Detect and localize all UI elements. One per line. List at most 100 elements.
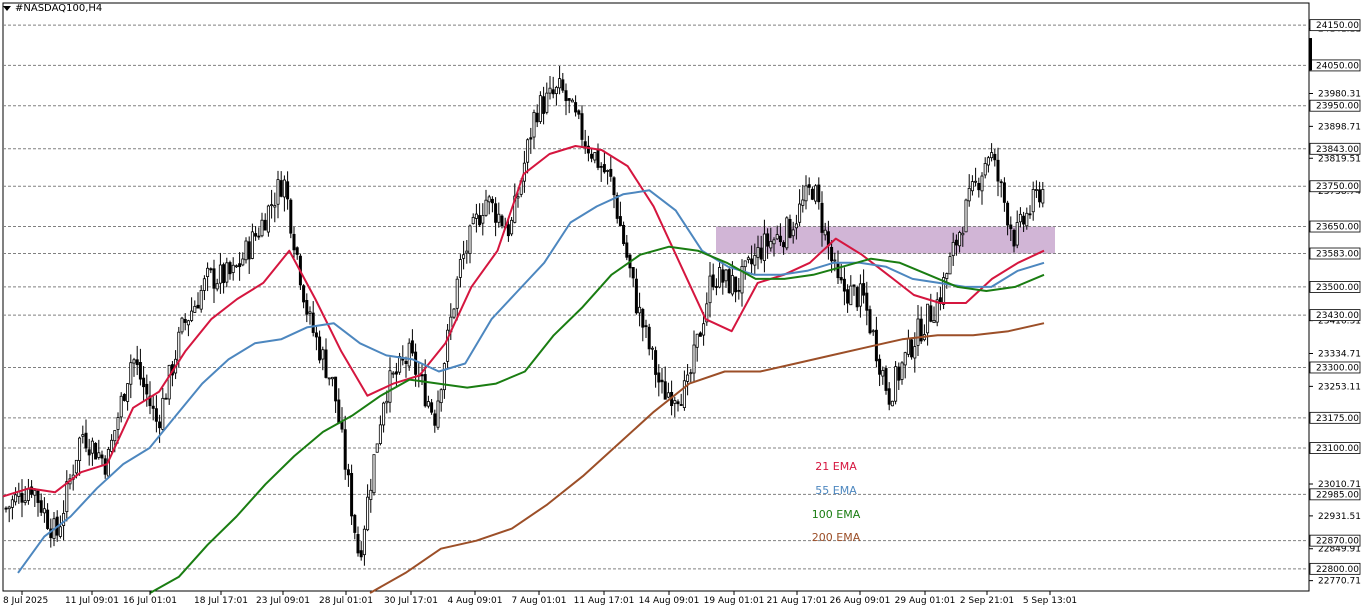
candle-body [110,439,114,452]
candle-body [1041,189,1045,204]
dropdown-triangle-icon[interactable] [3,6,11,11]
level-label: 24050.00 [1316,61,1359,71]
candle-body [954,239,958,246]
candle-body [810,188,814,200]
candle-body [545,92,549,113]
candle-body [839,277,843,281]
candle-body [737,289,741,292]
x-tick-label: 11 Aug 17:01 [574,596,635,606]
level-label: 24150.00 [1316,21,1359,31]
candle-body [689,372,693,375]
candle-body [666,392,670,398]
candle-body [801,199,805,206]
candle-body [273,205,277,208]
candle-body [932,320,936,324]
candle-body [222,264,226,284]
candle-body [836,261,840,279]
candle-body [375,443,379,453]
candle-body [94,442,98,460]
candle-body [442,363,446,391]
candle-body [103,458,107,475]
legend-ema-55: 55 EMA [815,484,857,497]
candle-body [945,273,949,279]
candle-body [305,300,309,315]
candle-body [654,350,658,375]
candle-body [548,87,552,94]
candle-body [580,113,584,140]
x-tick-label: 21 Aug 17:01 [767,596,828,606]
candle-body [644,325,648,328]
candle-body [276,179,280,205]
candle-body [823,229,827,236]
candle-body [4,507,8,510]
candle-body [1006,202,1010,226]
candle-body [90,440,94,454]
candle-body [318,336,322,361]
candle-body [602,164,606,173]
candle-body [634,278,638,314]
level-label: 23843.00 [1316,145,1359,155]
y-tick-label: 23980.31 [1318,89,1361,99]
candle-body [558,78,562,89]
candle-body [362,528,366,556]
candle-body [762,233,766,261]
candle-body [74,459,78,474]
candle-body [1009,224,1013,230]
candle-body [97,452,101,458]
candle-body [158,421,162,429]
candle-body [734,276,738,293]
candle-body [58,526,62,537]
candle-body [455,278,459,309]
candle-body [657,372,661,383]
candle-body [750,258,754,265]
current-price-marker [1309,38,1312,71]
candle-body [202,278,206,291]
candle-body [990,152,994,159]
candle-body [673,400,677,404]
x-tick-label: 30 Jul 17:01 [384,596,438,606]
candle-body [154,408,158,422]
candle-body [622,224,626,245]
candle-body [420,374,424,377]
candle-body [100,454,104,459]
candle-body [692,344,696,374]
candle-body [212,268,216,289]
chart-title-bar[interactable]: #NASDAQ100,H4 [3,3,102,14]
candle-body [257,235,261,238]
candle-body [353,514,357,533]
candle-body [532,112,536,138]
candle-body [394,371,398,375]
candle-body [1025,212,1029,227]
candle-body [7,506,11,510]
candle-body [270,204,274,207]
candle-body [84,432,88,449]
candle-body [62,512,66,526]
candle-body [551,89,555,95]
candle-body [913,346,917,359]
price-chart-svg[interactable]: 21 EMA55 EMA100 EMA200 EMA 24141.1123980… [0,0,1362,611]
candle-body [612,177,616,196]
candle-body [577,110,581,115]
candle-body [618,216,622,226]
candle-body [686,374,690,382]
candle-body [334,376,338,402]
candle-body [1015,222,1019,246]
candle-body [948,256,952,275]
x-tick-label: 14 Aug 09:01 [639,596,700,606]
candle-body [142,377,146,388]
candle-body [126,383,130,402]
candle-body [903,352,907,366]
candle-body [759,247,763,260]
y-tick-label: 23253.11 [1318,382,1361,392]
candle-body [730,275,734,295]
candle-body [807,184,811,188]
candle-body [606,170,610,172]
candle-body [996,159,1000,182]
candle-body [791,229,795,237]
candle-body [430,402,434,413]
candle-body [583,141,587,147]
level-label: 23950.00 [1316,102,1359,112]
candle-body [433,413,437,426]
chart-area[interactable]: #NASDAQ100,H4 21 EMA 55 EMA 100 EMA 200 EMA… [0,0,1362,611]
candle-body [849,285,853,306]
